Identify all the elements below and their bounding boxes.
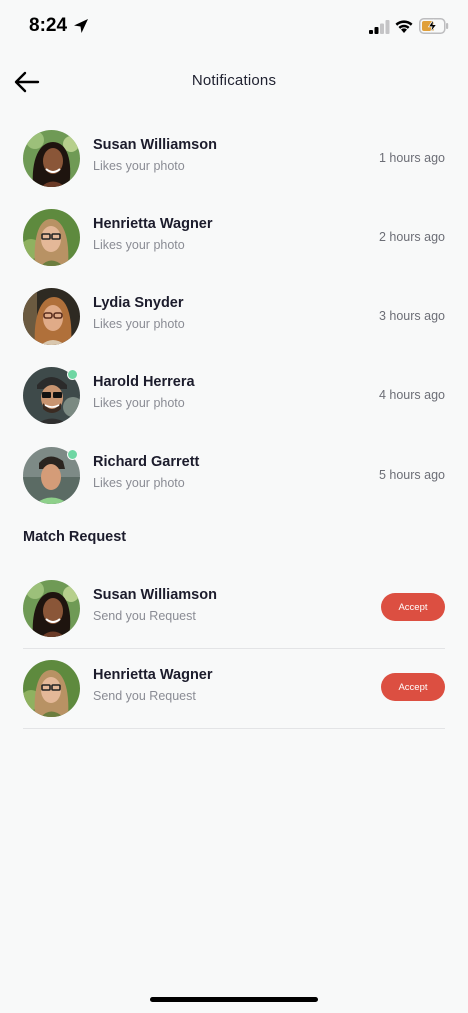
accept-button[interactable]: Accept (381, 593, 445, 621)
item-name: Henrietta Wagner (93, 667, 213, 683)
match-request-item: Henrietta Wagner Send you Request Accept (23, 660, 445, 729)
notification-item[interactable]: Harold Herrera Likes your photo 4 hours … (23, 367, 445, 425)
online-indicator (67, 449, 78, 460)
item-name: Henrietta Wagner (93, 216, 213, 232)
item-time: 2 hours ago (378, 230, 445, 244)
avatar (23, 209, 80, 266)
item-time: 3 hours ago (378, 309, 445, 323)
item-name: Susan Williamson (93, 137, 217, 153)
battery-charging-icon (419, 18, 449, 34)
status-bar: 8:24 (0, 0, 468, 56)
avatar (23, 660, 80, 717)
status-time: 8:24 (29, 15, 68, 36)
item-message: Likes your photo (93, 159, 185, 173)
section-title-match-request: Match Request (23, 529, 127, 545)
notification-item[interactable]: Lydia Snyder Likes your photo 3 hours ag… (23, 288, 445, 346)
page-title: Notifications (191, 72, 277, 89)
avatar (23, 580, 80, 637)
wifi-icon (395, 20, 413, 33)
online-indicator (67, 369, 78, 380)
item-message: Likes your photo (93, 476, 185, 490)
item-name: Harold Herrera (93, 374, 195, 390)
item-time: 1 hours ago (378, 151, 445, 165)
accept-button[interactable]: Accept (381, 673, 445, 701)
signal-icon (369, 20, 390, 34)
item-message: Send you Request (93, 689, 196, 703)
item-time: 5 hours ago (378, 468, 445, 482)
avatar (23, 288, 80, 345)
item-name: Lydia Snyder (93, 295, 184, 311)
notification-item[interactable]: Richard Garrett Likes your photo 5 hours… (23, 447, 445, 505)
item-message: Likes your photo (93, 317, 185, 331)
item-name: Susan Williamson (93, 587, 217, 603)
notification-item[interactable]: Susan Williamson Likes your photo 1 hour… (23, 130, 445, 188)
notification-item[interactable]: Henrietta Wagner Likes your photo 2 hour… (23, 209, 445, 267)
match-request-item: Susan Williamson Send you Request Accept (23, 580, 445, 649)
location-arrow-icon (74, 19, 88, 33)
item-message: Likes your photo (93, 238, 185, 252)
item-time: 4 hours ago (378, 388, 445, 402)
item-message: Send you Request (93, 609, 196, 623)
item-name: Richard Garrett (93, 454, 200, 470)
home-indicator[interactable] (150, 997, 318, 1002)
item-message: Likes your photo (93, 396, 185, 410)
avatar (23, 130, 80, 187)
